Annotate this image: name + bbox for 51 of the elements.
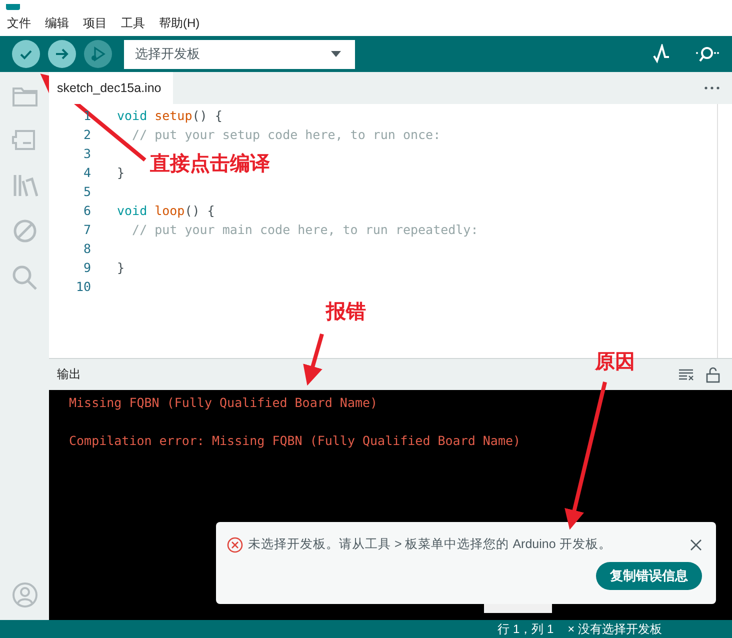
account-icon[interactable]	[12, 582, 38, 608]
line-number: 10	[74, 279, 91, 294]
code-line: // put your setup code here, to run once:	[131, 127, 441, 142]
annotation-arrow	[303, 333, 324, 386]
code-line: }	[117, 165, 125, 180]
menu-item[interactable]: 项目	[83, 14, 107, 32]
board-status[interactable]: × 没有选择开发板	[568, 620, 662, 638]
annotation-label: 直接点击编译	[150, 152, 270, 177]
error-message: Compilation error: Missing FQBN (Fully Qualified Board Name)	[69, 433, 521, 448]
folder-icon[interactable]	[12, 85, 38, 107]
error-icon	[227, 536, 243, 552]
serial-plotter-icon[interactable]	[652, 44, 672, 64]
lock-icon[interactable]	[706, 366, 720, 382]
menu-item[interactable]: 编辑	[45, 14, 69, 32]
line-number: 3	[82, 146, 91, 161]
line-number: 7	[82, 222, 91, 237]
menu-item[interactable]: 帮助(H)	[159, 14, 200, 32]
code-line: }	[117, 260, 125, 275]
board-icon[interactable]	[12, 129, 38, 151]
output-tab[interactable]: 输出	[57, 366, 81, 383]
menu-item[interactable]: 文件	[7, 14, 31, 32]
annotation-label: 报错	[326, 300, 366, 325]
search-icon[interactable]	[12, 265, 38, 291]
cursor-position[interactable]: 行 1，列 1	[498, 620, 554, 638]
line-number: 2	[82, 127, 91, 142]
upload-button[interactable]	[48, 40, 76, 68]
code-line: // put your main code here, to run repeatedly:	[131, 222, 478, 237]
code-line: void setup() {	[117, 108, 222, 123]
line-number: 6	[82, 203, 91, 218]
line-number: 5	[82, 184, 91, 199]
board-selector[interactable]: 选择开发板	[124, 40, 355, 68]
line-number: 9	[82, 260, 91, 275]
arrow-right-icon	[54, 46, 70, 62]
caret-icon	[331, 51, 341, 57]
close-icon[interactable]	[690, 538, 702, 550]
serial-monitor-icon[interactable]	[694, 44, 720, 64]
menu-item[interactable]: 工具	[121, 14, 145, 32]
clear-output-icon[interactable]	[678, 368, 694, 380]
more-icon[interactable]	[704, 86, 720, 90]
library-icon[interactable]	[12, 173, 38, 197]
app-icon	[6, 4, 20, 10]
line-number: 4	[82, 165, 91, 180]
file-tab[interactable]: sketch_dec15a.ino	[49, 72, 174, 104]
code-line: void loop() {	[117, 203, 215, 218]
copy-error-button[interactable]: 复制错误信息	[596, 562, 702, 590]
no-entry-icon[interactable]	[12, 219, 36, 243]
play-bug-icon	[89, 45, 107, 63]
line-number: 8	[82, 241, 91, 256]
verify-button[interactable]	[12, 40, 40, 68]
error-message: Missing FQBN (Fully Qualified Board Name)	[69, 395, 378, 410]
notification-message: 未选择开发板。请从工具 > 板菜单中选择您的 Arduino 开发板。	[248, 536, 612, 553]
